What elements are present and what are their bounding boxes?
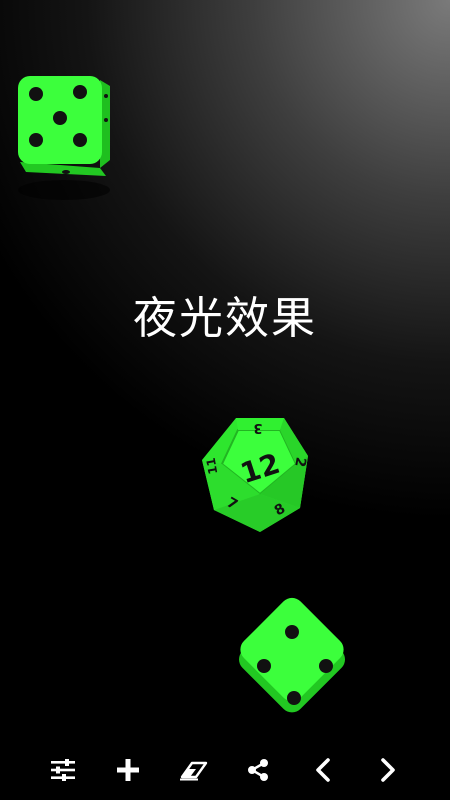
share-icon[interactable] <box>241 753 275 787</box>
caption-text: 夜光效果 <box>133 293 317 344</box>
d12-side-number: 3 <box>253 420 262 435</box>
settings-sliders-icon[interactable] <box>46 753 80 787</box>
game-board[interactable]: 夜光效果 12 3 2 8 7 11 <box>0 0 450 800</box>
pip <box>257 659 271 673</box>
pip <box>29 87 43 101</box>
die-d12[interactable]: 12 3 2 8 7 11 <box>196 410 316 550</box>
d12-side-number: 11 <box>204 457 221 476</box>
chevron-right-icon[interactable] <box>371 753 405 787</box>
bottom-toolbar <box>0 740 450 800</box>
pip <box>29 133 43 147</box>
add-icon[interactable] <box>111 753 145 787</box>
chevron-left-icon[interactable] <box>306 753 340 787</box>
pip <box>73 85 87 99</box>
die-d6-five[interactable] <box>14 72 114 207</box>
pip <box>319 659 333 673</box>
eraser-icon[interactable] <box>176 753 210 787</box>
pip <box>287 691 301 705</box>
pip <box>73 133 87 147</box>
pip <box>285 625 299 639</box>
pip <box>53 111 67 125</box>
die-d6-three[interactable] <box>232 592 356 732</box>
